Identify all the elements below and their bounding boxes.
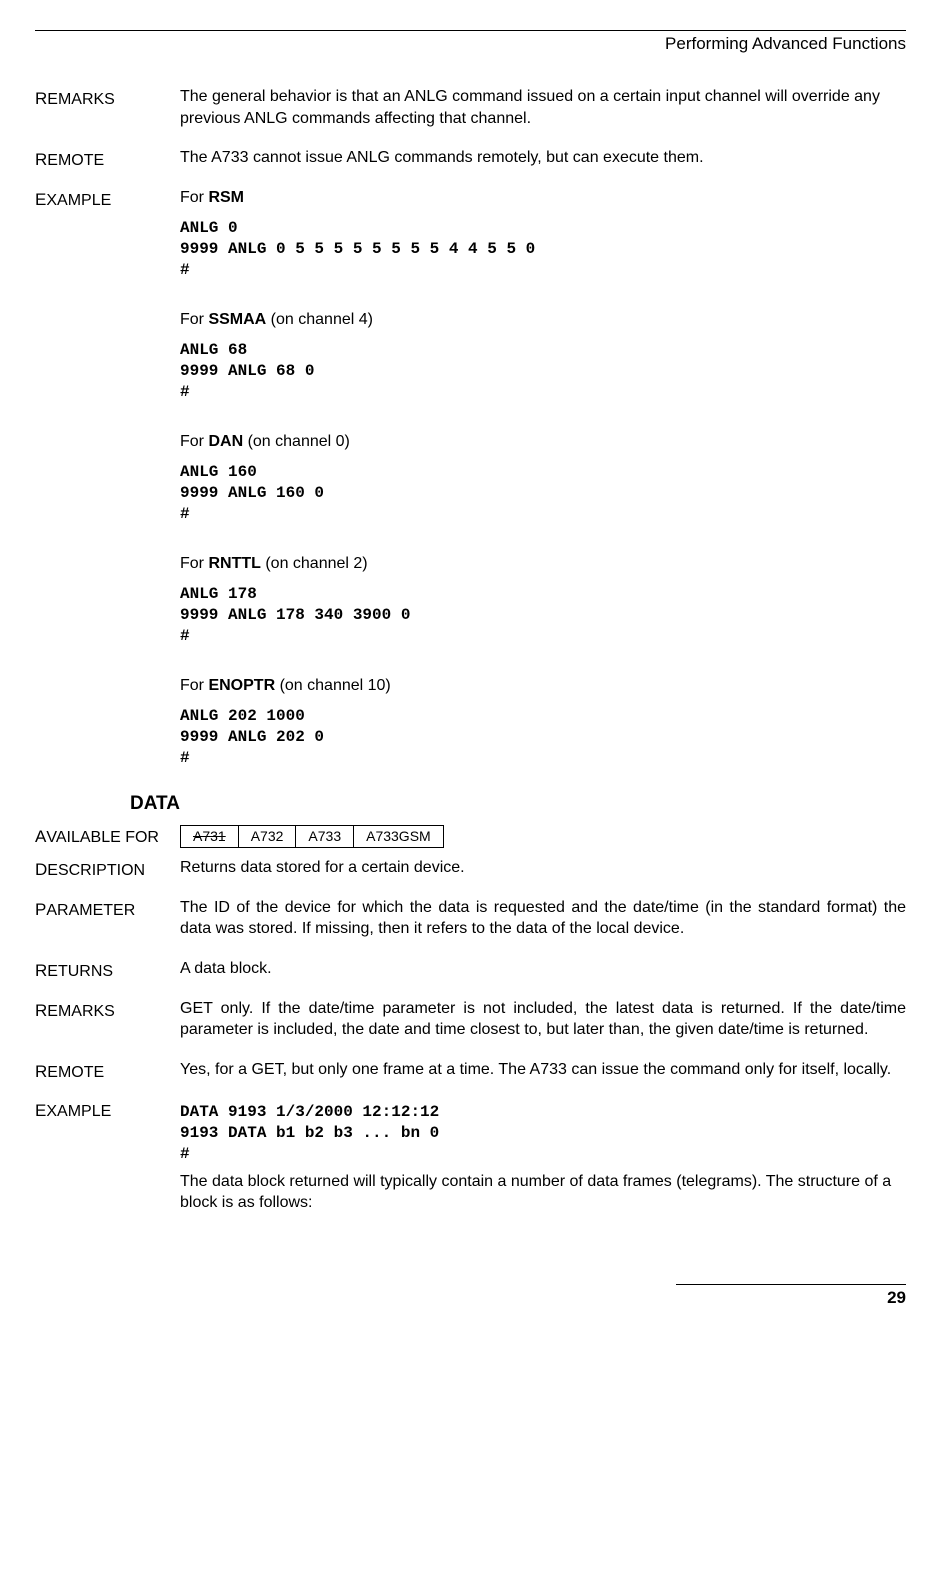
example-dan-code: ANLG 160 9999 ANLG 160 0 #: [180, 462, 906, 524]
remarks-text: The general behavior is that an ANLG com…: [180, 86, 906, 129]
example-ssmaa-code: ANLG 68 9999 ANLG 68 0 #: [180, 340, 906, 402]
label-returns: RETURNS: [35, 958, 180, 983]
label-remote: REMOTE: [35, 147, 180, 172]
parameter-text: The ID of the device for which the data …: [180, 897, 906, 940]
avail-a732: A732: [238, 826, 296, 848]
avail-a733: A733: [296, 826, 354, 848]
example-dan-head: For DAN (on channel 0): [180, 431, 906, 453]
example-rsm-head: For RSM: [180, 187, 906, 209]
section-title-data: DATA: [130, 791, 906, 817]
label-example: EXAMPLE: [35, 187, 180, 212]
example-ssmaa-head: For SSMAA (on channel 4): [180, 309, 906, 331]
example-rnttl-code: ANLG 178 9999 ANLG 178 340 3900 0 #: [180, 584, 906, 646]
avail-a731: A731: [181, 826, 239, 848]
label-parameter: PARAMETER: [35, 897, 180, 922]
example-rnttl-head: For RNTTL (on channel 2): [180, 553, 906, 575]
data-example-code: DATA 9193 1/3/2000 12:12:12 9193 DATA b1…: [180, 1102, 906, 1164]
example-enoptr-head: For ENOPTR (on channel 10): [180, 675, 906, 697]
label-remarks-2: REMARKS: [35, 998, 180, 1023]
data-example-tail: The data block returned will typically c…: [180, 1171, 906, 1214]
label-description: DESCRIPTION: [35, 857, 180, 882]
label-available-for: AVAILABLE FOR: [35, 824, 180, 849]
description-text: Returns data stored for a certain device…: [180, 857, 906, 879]
footer-rule: [676, 1284, 906, 1285]
remarks2-text: GET only. If the date/time parameter is …: [180, 998, 906, 1041]
top-rule: [35, 30, 906, 31]
label-remote-2: REMOTE: [35, 1059, 180, 1084]
example-rsm-code: ANLG 0 9999 ANLG 0 5 5 5 5 5 5 5 5 4 4 5…: [180, 218, 906, 280]
page-number: 29: [35, 1287, 906, 1310]
available-table: A731 A732 A733 A733GSM: [180, 825, 444, 848]
page-header: Performing Advanced Functions: [35, 33, 906, 56]
label-example-2: EXAMPLE: [35, 1098, 180, 1123]
avail-a733gsm: A733GSM: [354, 826, 444, 848]
remote2-text: Yes, for a GET, but only one frame at a …: [180, 1059, 906, 1081]
remote-text: The A733 cannot issue ANLG commands remo…: [180, 147, 906, 169]
returns-text: A data block.: [180, 958, 906, 980]
example-enoptr-code: ANLG 202 1000 9999 ANLG 202 0 #: [180, 706, 906, 768]
label-remarks: REMARKS: [35, 86, 180, 111]
